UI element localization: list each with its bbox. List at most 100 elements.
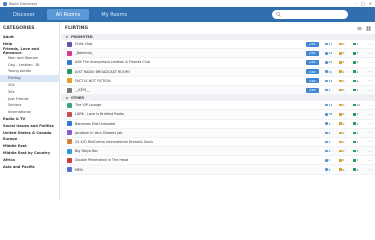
category-heading: FLIRTING [61,22,375,34]
sidebar-item[interactable]: Seniors [0,102,59,109]
room-cams-count: 0 [339,158,353,162]
room-row[interactable]: 24 X/Ò MidCuthm International Dream& Sou… [61,138,375,148]
more-options-icon[interactable]: ⋯ [367,78,373,83]
sidebar-item[interactable]: Middle East [0,143,59,150]
more-options-icon[interactable]: ⋯ [367,42,373,47]
sidebar-item[interactable]: Europe [0,136,59,143]
close-icon[interactable]: × [369,1,372,6]
sidebar-item[interactable]: Friends, Love and Romance [0,47,59,55]
room-row[interactable]: _Bohemia_ JOIN 22 0 7 ⋯ [61,49,375,59]
users-icon [325,122,328,125]
stat-value: 0 [342,78,345,83]
tab-all-rooms[interactable]: All Rooms [46,9,90,20]
sidebar-item-label: 20s [8,82,15,87]
sidebar-item[interactable]: Adult [0,34,59,41]
sidebar-item[interactable]: Asia and Pacific [0,163,59,170]
sidebar-item[interactable]: 30s [0,88,59,95]
join-button[interactable]: JOIN [306,50,319,56]
tab-discover[interactable]: Discover [4,9,44,20]
room-name: FACT IS NOT FICTION [75,78,111,83]
more-options-icon[interactable]: ⋯ [367,88,373,93]
sidebar-item-label: 30s [8,89,15,94]
microphone-icon [353,131,356,135]
room-name: The VIP Lounge [75,103,102,108]
more-options-icon[interactable]: ⋯ [367,121,373,126]
search-box[interactable] [272,10,348,19]
camera-icon [339,149,342,153]
sidebar-item-label: Social Issues and Politics [3,123,54,128]
sidebar-item[interactable]: Middle East by Country [0,150,59,157]
user-icon[interactable] [365,12,371,27]
sidebar-item[interactable]: 20s [0,82,59,89]
room-row[interactable]: JUST RADIO BROADCAST ROOM! JOIN 21 0 2 ⋯ [61,67,375,77]
more-options-icon[interactable]: ⋯ [367,51,373,56]
room-mics-count: 1 [353,112,367,116]
list-view-icon[interactable] [357,26,362,31]
stat-value: 0 [342,167,345,172]
sidebar-item[interactable]: Just Friends [0,95,59,102]
room-row[interactable]: ASK The Anonymous Lesbian & Friends Club… [61,58,375,68]
stat-value: 0 [342,69,345,74]
room-users-count: 22 [325,51,339,55]
stat-value: 34 [328,78,333,83]
notifications-icon[interactable] [354,12,360,27]
room-users-count: 2 [325,122,339,126]
sidebar-item[interactable]: United States & Canada [0,129,59,136]
sidebar-item[interactable]: International [0,109,59,116]
sidebar-item[interactable]: Men and Women [0,54,59,61]
microphone-icon [353,159,356,162]
room-avatar-icon [67,102,72,108]
room-row[interactable]: Chile Chat JOIN 11 0 1 ⋯ [61,40,375,50]
join-button[interactable]: JOIN [306,41,319,47]
room-row[interactable]: Jacobian In Your Dreams Jab 4 0 1 ⋯ [61,128,375,138]
maximize-icon[interactable]: □ [361,1,365,6]
sidebar-item-label: Young Adults [8,69,32,74]
room-users-count: 21 [325,70,339,74]
join-button[interactable]: JOIN [306,78,319,84]
more-options-icon[interactable]: ⋯ [367,130,373,135]
search-input[interactable] [283,12,343,17]
join-button[interactable]: JOIN [306,59,319,65]
more-options-icon[interactable]: ⋯ [367,103,373,108]
more-options-icon[interactable]: ⋯ [367,139,373,144]
room-mics-count: 1 [353,88,367,92]
sidebar-item[interactable]: Social Issues and Politics [0,122,59,129]
sidebar-item[interactable]: Flirting [0,74,59,82]
grid-view-icon[interactable] [366,26,371,31]
room-row[interactable]: FACT IS NOT FICTION JOIN 34 0 2 ⋯ [61,77,375,86]
room-users-count: 3 [325,140,339,144]
room-cams-count: 0 [339,79,353,83]
room-row[interactable]: MEN 5 0 1 ⋯ [61,165,375,175]
room-row[interactable]: Big Tokyo Bar 2 0 1 ⋯ [61,147,375,157]
tab-my-rooms[interactable]: My Rooms [92,9,136,20]
join-button[interactable]: JOIN [306,69,319,75]
minimize-icon[interactable]: – [355,1,357,6]
more-options-icon[interactable]: ⋯ [367,60,373,65]
room-users-count: 18 [325,112,339,116]
more-options-icon[interactable]: ⋯ [367,158,373,163]
room-row[interactable]: Double Penetrated in The Head 2 0 1 ⋯ [61,156,375,166]
more-options-icon[interactable]: ⋯ [367,112,373,117]
room-cams-count: 0 [339,112,353,116]
room-avatar-icon [67,50,72,56]
join-button[interactable]: JOIN [306,87,319,93]
room-avatar-icon [67,130,72,136]
room-mics-count: 1 [353,122,367,126]
stat-value: 2 [342,60,345,65]
more-options-icon[interactable]: ⋯ [367,69,373,74]
room-users-count: 34 [325,79,339,83]
room-row[interactable]: LARK - Love is Briefest Radio 18 0 1 ⋯ [61,110,375,120]
sidebar-item[interactable]: Africa [0,156,59,163]
room-avatar-icon [67,111,72,117]
room-row[interactable]: The VIP Lounge 14 0 17 ⋯ [61,101,375,111]
room-row[interactable]: __KEVI__ JOIN 3 0 1 ⋯ [61,85,375,96]
sidebar-item-label: Flirting [8,76,21,81]
stat-value: 21 [328,69,333,74]
sidebar-item[interactable]: Gay - Lesbian - Bi [0,61,59,68]
sidebar-item[interactable]: Young Adults [0,68,59,75]
sidebar-item[interactable]: Radio & TV [0,116,59,123]
more-options-icon[interactable]: ⋯ [367,167,373,172]
stat-value: 1 [356,112,359,117]
more-options-icon[interactable]: ⋯ [367,149,373,154]
room-row[interactable]: Bahamas Mid-Unloaded 2 0 1 ⋯ [61,120,375,129]
